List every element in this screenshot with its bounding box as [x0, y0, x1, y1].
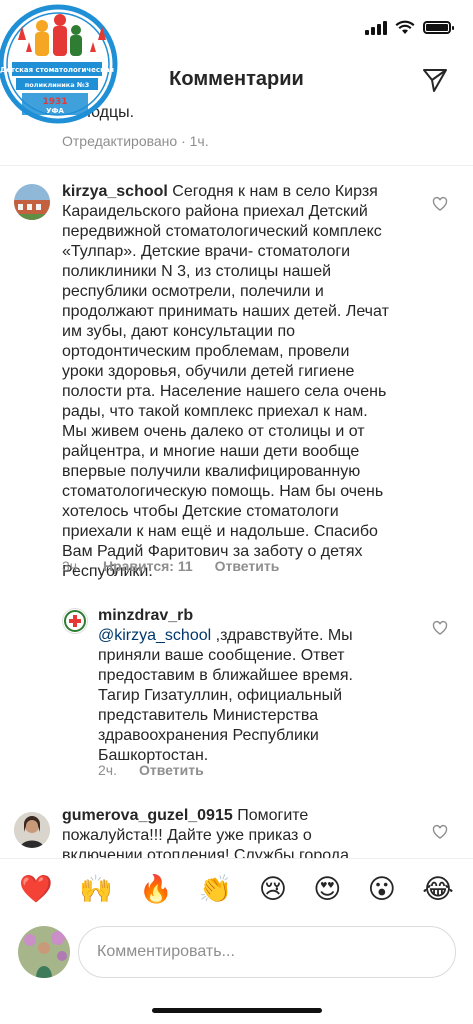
reply-button[interactable]: Ответить — [215, 558, 280, 574]
emoji-raised-hands[interactable]: 🙌 — [79, 876, 113, 903]
comment-time: 3ч. — [62, 558, 81, 574]
emoji-clapping[interactable]: 👏 — [199, 876, 233, 903]
emoji-fire[interactable]: 🔥 — [139, 876, 173, 903]
emoji-surprised[interactable]: 😮 — [368, 876, 396, 903]
emoji-crying[interactable]: 😢 — [259, 876, 287, 903]
comment-username[interactable]: gumerova_guzel_0915 — [62, 807, 233, 824]
battery-icon — [423, 21, 454, 34]
emoji-reaction-bar: ❤️ 🙌 🔥 👏 😢 😍 😮 😂 — [0, 858, 473, 920]
comment-body: kirzya_school Сегодня к нам в село Кирзя… — [62, 183, 389, 580]
like-heart-icon[interactable] — [432, 824, 448, 840]
comment-input[interactable] — [78, 926, 456, 978]
emoji-heart-eyes[interactable]: 😍 — [313, 876, 341, 903]
like-heart-icon[interactable] — [432, 620, 448, 636]
comment-meta: 3ч. Нравится: 11 Ответить — [62, 558, 279, 574]
like-heart-icon[interactable] — [432, 196, 448, 212]
previous-comment-meta: Отредактировано · 1ч. — [62, 133, 209, 149]
avatar[interactable] — [14, 184, 50, 220]
comment-compose — [0, 920, 473, 990]
comment-body: gumerova_guzel_0915 Помогите пожалуйста!… — [62, 807, 349, 858]
comment-username[interactable]: minzdrav_rb — [98, 607, 193, 624]
comment-gumerova-guzel: gumerova_guzel_0915 Помогите пожалуйста!… — [0, 806, 473, 858]
comment-body: minzdrav_rb @kirzya_school ,здравствуйте… — [98, 607, 353, 764]
likes-count[interactable]: Нравится: 11 — [103, 558, 193, 574]
avatar[interactable] — [14, 812, 50, 848]
logo-year: 1931 — [42, 97, 67, 107]
avatar[interactable] — [62, 608, 88, 634]
wifi-icon — [395, 20, 415, 34]
current-user-avatar — [18, 926, 70, 978]
divider — [0, 165, 473, 166]
send-icon[interactable] — [421, 66, 449, 94]
logo-city: УФА — [46, 107, 64, 115]
emoji-laughing[interactable]: 😂 — [422, 876, 454, 903]
home-indicator[interactable] — [152, 1008, 322, 1013]
logo-line2: поликлиника №3 — [25, 81, 89, 89]
mention-link[interactable]: @kirzya_school — [98, 627, 211, 644]
comment-meta: 2ч. Ответить — [98, 762, 204, 778]
logo-line1: Детская стоматологическая — [0, 66, 114, 74]
clinic-logo: Детская стоматологическая поликлиника №3… — [0, 0, 122, 128]
emoji-heart[interactable]: ❤️ — [19, 876, 53, 903]
cellular-signal-icon — [365, 20, 387, 35]
comment-time: 2ч. — [98, 762, 117, 778]
reply-button[interactable]: Ответить — [139, 762, 204, 778]
comment-username[interactable]: kirzya_school — [62, 183, 168, 200]
